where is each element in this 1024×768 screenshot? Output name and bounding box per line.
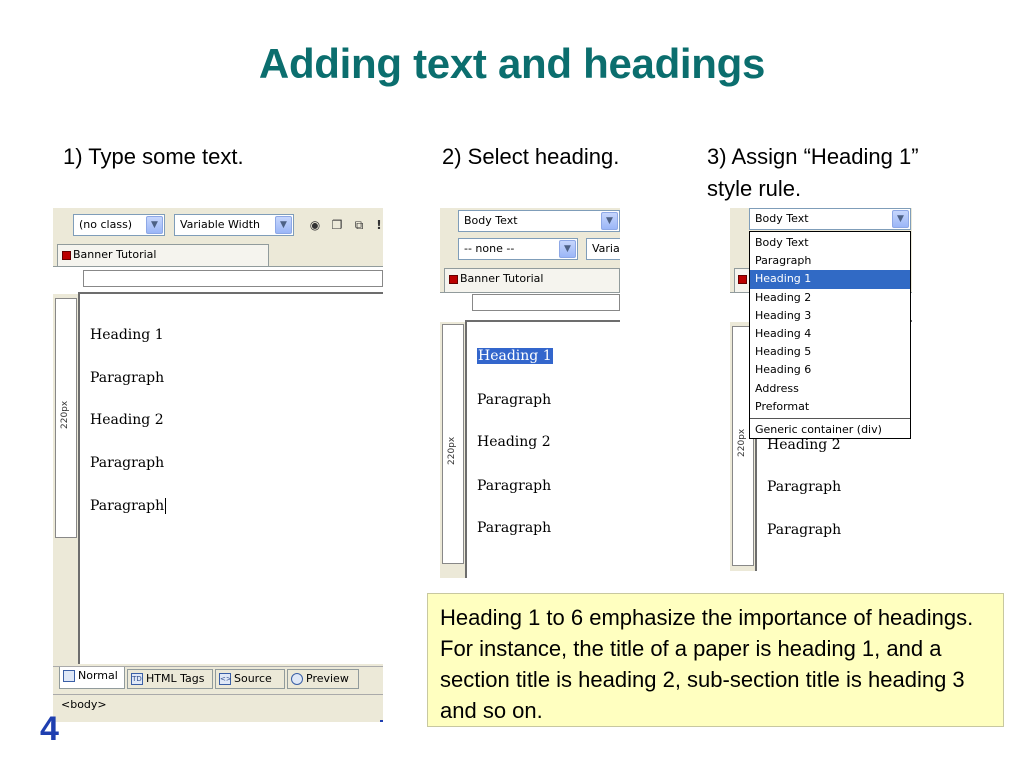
stack-icon[interactable]: ⧉ <box>351 217 367 233</box>
view-tabs: Normal TD HTML Tags <> Source Preview <box>53 666 383 690</box>
document-icon <box>449 274 458 284</box>
page-number: 4 <box>40 710 59 748</box>
doc-line: Heading 2 <box>90 412 164 428</box>
selected-text: Heading 1 <box>477 348 553 364</box>
width-select[interactable]: Variat <box>586 238 620 260</box>
width-select[interactable]: Variable Width ▼ <box>174 214 294 236</box>
screenshot-assign-style: Body Text ▼ 220px Heading 2 Paragraph Pa… <box>730 208 912 571</box>
dropdown-option[interactable]: Address <box>750 380 910 398</box>
format-select-value: Body Text <box>755 212 809 225</box>
editor-canvas[interactable]: Heading 1 Paragraph Heading 2 Paragraph … <box>78 292 383 664</box>
ruler-label: 220px <box>447 436 457 465</box>
tab-source[interactable]: <> Source <box>215 669 285 689</box>
width-select-value: Variat <box>592 242 620 255</box>
doc-line: Heading 2 <box>767 437 841 453</box>
step-2-label: 2) Select heading. <box>442 144 620 169</box>
style-select[interactable]: -- none -- ▼ <box>458 238 578 260</box>
editor-canvas[interactable]: Heading 1 Paragraph Heading 2 Paragraph … <box>465 320 620 578</box>
left-ruler: 220px <box>442 324 464 564</box>
dropdown-option-highlighted[interactable]: Heading 1 <box>750 270 910 289</box>
left-ruler: 220px <box>55 298 77 538</box>
format-select[interactable]: Body Text ▼ <box>749 208 911 230</box>
dropdown-separator <box>750 417 910 419</box>
dropdown-option[interactable]: Preformat <box>750 398 910 416</box>
doc-line-selected: Heading 1 <box>477 348 553 364</box>
doc-line: Paragraph <box>90 455 165 471</box>
ruler-label: 220px <box>737 428 747 457</box>
layers-icon[interactable]: ❐ <box>329 217 345 233</box>
doc-line-text: Paragraph <box>90 498 165 514</box>
class-select-value: (no class) <box>79 218 133 231</box>
td-icon: TD <box>131 673 143 685</box>
chevron-down-icon[interactable]: ▼ <box>892 210 909 228</box>
doc-line: Paragraph <box>90 370 165 386</box>
dropdown-option[interactable]: Heading 2 <box>750 289 910 307</box>
width-select-value: Variable Width <box>180 218 260 231</box>
doc-line: Paragraph <box>477 520 552 536</box>
tab-html-tags-label: HTML Tags <box>146 672 205 685</box>
doc-line: Heading 2 <box>477 434 551 450</box>
dropdown-option[interactable]: Heading 4 <box>750 325 910 343</box>
style-select-value: -- none -- <box>464 242 515 255</box>
chevron-down-icon[interactable]: ▼ <box>559 240 576 258</box>
document-tab[interactable]: Banner Tutorial <box>444 268 620 292</box>
format-select-value: Body Text <box>464 214 518 227</box>
globe-icon[interactable]: ◉ <box>307 217 323 233</box>
tab-preview[interactable]: Preview <box>287 669 359 689</box>
step-1-label: 1) Type some text. <box>63 144 244 169</box>
doc-line: Paragraph <box>477 392 552 408</box>
format-select[interactable]: Body Text ▼ <box>458 210 620 232</box>
dropdown-option[interactable]: Heading 6 <box>750 361 910 379</box>
document-tab-label: Banner Tutorial <box>73 248 157 261</box>
dropdown-option[interactable]: Heading 5 <box>750 343 910 361</box>
doc-line-with-caret: Paragraph <box>90 498 167 514</box>
dropdown-option[interactable]: Generic container (div) <box>750 421 910 439</box>
doc-line: Paragraph <box>767 479 842 495</box>
tab-normal-label: Normal <box>78 669 118 682</box>
top-ruler <box>83 270 383 287</box>
ruler-label: 220px <box>60 400 70 429</box>
tab-source-label: Source <box>234 672 272 685</box>
chevron-down-icon[interactable]: ▼ <box>146 216 163 234</box>
dropdown-option[interactable]: Heading 3 <box>750 307 910 325</box>
top-ruler <box>472 294 620 311</box>
status-bar: <body> <box>53 694 383 716</box>
screenshot-select-heading: Body Text ▼ -- none -- ▼ Variat Banner T… <box>440 208 620 578</box>
magnifier-icon <box>291 673 303 685</box>
chevron-down-icon[interactable]: ▼ <box>275 216 292 234</box>
step-3-label-line1: 3) Assign “Heading 1” <box>707 144 919 169</box>
code-icon: <> <box>219 673 232 685</box>
chevron-down-icon[interactable]: ▼ <box>601 212 618 230</box>
class-select[interactable]: (no class) ▼ <box>73 214 165 236</box>
text-caret <box>165 498 167 514</box>
document-tab[interactable] <box>734 268 750 292</box>
dropdown-option[interactable]: Paragraph <box>750 252 910 270</box>
document-tab[interactable]: Banner Tutorial <box>57 244 269 266</box>
doc-line: Paragraph <box>767 522 842 538</box>
warning-icon[interactable]: ! <box>371 217 383 233</box>
doc-line: Paragraph <box>477 478 552 494</box>
tab-preview-label: Preview <box>306 672 349 685</box>
tab-html-tags[interactable]: TD HTML Tags <box>127 669 213 689</box>
slide-title: Adding text and headings <box>258 40 766 87</box>
doc-line: Heading 1 <box>90 327 164 343</box>
document-icon <box>738 274 747 284</box>
step-3-label-line2: style rule. <box>707 176 802 201</box>
screenshot-type-text: (no class) ▼ Variable Width ▼ ◉ ❐ ⧉ ! Ba… <box>53 208 383 722</box>
document-icon <box>62 250 71 260</box>
dropdown-option[interactable]: Body Text <box>750 234 910 252</box>
page-icon <box>63 670 75 682</box>
format-dropdown-list: Body Text Paragraph Heading 1 Heading 2 … <box>749 231 911 439</box>
document-tab-label: Banner Tutorial <box>460 272 544 285</box>
explanation-note: Heading 1 to 6 emphasize the importance … <box>427 593 1004 727</box>
tab-normal[interactable]: Normal <box>59 667 125 689</box>
